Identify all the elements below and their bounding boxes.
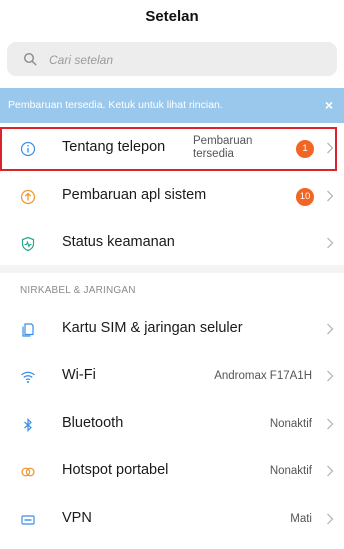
- bluetooth-icon: [24, 418, 32, 432]
- hotspot-icon: [21, 467, 35, 477]
- search-bar[interactable]: [7, 42, 337, 78]
- settings-item-vpn[interactable]: VPN Mati: [0, 497, 344, 543]
- settings-item-label: Bluetooth: [62, 415, 124, 431]
- vpn-icon: [21, 515, 35, 525]
- settings-item-bluetooth[interactable]: Bluetooth Nonaktif: [0, 402, 344, 448]
- settings-item-wifi[interactable]: Wi-Fi Andromax F17A1H: [0, 354, 344, 400]
- settings-item-sim-cards[interactable]: Kartu SIM & jaringan seluler: [0, 307, 344, 353]
- update-status-line2: tersedia: [193, 148, 234, 160]
- update-count-badge: 10: [296, 188, 314, 206]
- settings-item-label: Status keamanan: [62, 234, 175, 250]
- vpn-status: Mati: [290, 513, 312, 525]
- hotspot-status: Nonaktif: [269, 465, 312, 477]
- wifi-icon: [21, 371, 35, 383]
- wifi-network-name: Andromax F17A1H: [214, 370, 312, 382]
- update-status-line1: Pembaruan: [193, 135, 253, 147]
- search-icon: [23, 52, 37, 66]
- chevron-right-icon: [327, 323, 334, 335]
- chevron-right-icon: [327, 190, 334, 202]
- section-divider: [0, 265, 344, 273]
- chevron-right-icon: [327, 370, 334, 382]
- chevron-right-icon: [327, 142, 334, 154]
- banner-message: Pembaruan tersedia. Ketuk untuk lihat ri…: [8, 99, 223, 111]
- settings-item-label: Hotspot portabel: [62, 462, 169, 478]
- search-input[interactable]: [47, 42, 331, 78]
- chevron-right-icon: [327, 465, 334, 477]
- settings-item-security-status[interactable]: Status keamanan: [0, 221, 344, 267]
- bluetooth-status: Nonaktif: [269, 418, 312, 430]
- settings-item-label: Kartu SIM & jaringan seluler: [62, 320, 243, 336]
- settings-item-label: Wi-Fi: [62, 367, 96, 383]
- settings-item-label: VPN: [62, 510, 92, 526]
- update-banner[interactable]: Pembaruan tersedia. Ketuk untuk lihat ri…: [0, 88, 344, 123]
- chevron-right-icon: [327, 237, 334, 249]
- upload-arrow-icon: [20, 189, 36, 205]
- info-icon: [20, 141, 36, 157]
- settings-item-portable-hotspot[interactable]: Hotspot portabel Nonaktif: [0, 449, 344, 495]
- chevron-right-icon: [327, 418, 334, 430]
- sim-card-icon: [22, 323, 34, 337]
- settings-item-about-phone[interactable]: Tentang telepon Pembaruan tersedia 1: [0, 126, 344, 172]
- settings-item-label: Tentang telepon: [62, 139, 166, 155]
- update-count-badge: 1: [296, 140, 314, 158]
- banner-close-button[interactable]: ×: [322, 96, 336, 114]
- section-header-wireless-networks: NIRKABEL & JARINGAN: [20, 285, 136, 296]
- update-status: Pembaruan tersedia: [193, 135, 252, 161]
- shield-icon: [21, 236, 35, 252]
- page-title: Setelan: [145, 8, 199, 25]
- settings-item-label: Pembaruan apl sistem: [62, 187, 207, 203]
- settings-item-system-app-updates[interactable]: Pembaruan apl sistem 10: [0, 174, 344, 220]
- chevron-right-icon: [327, 513, 334, 525]
